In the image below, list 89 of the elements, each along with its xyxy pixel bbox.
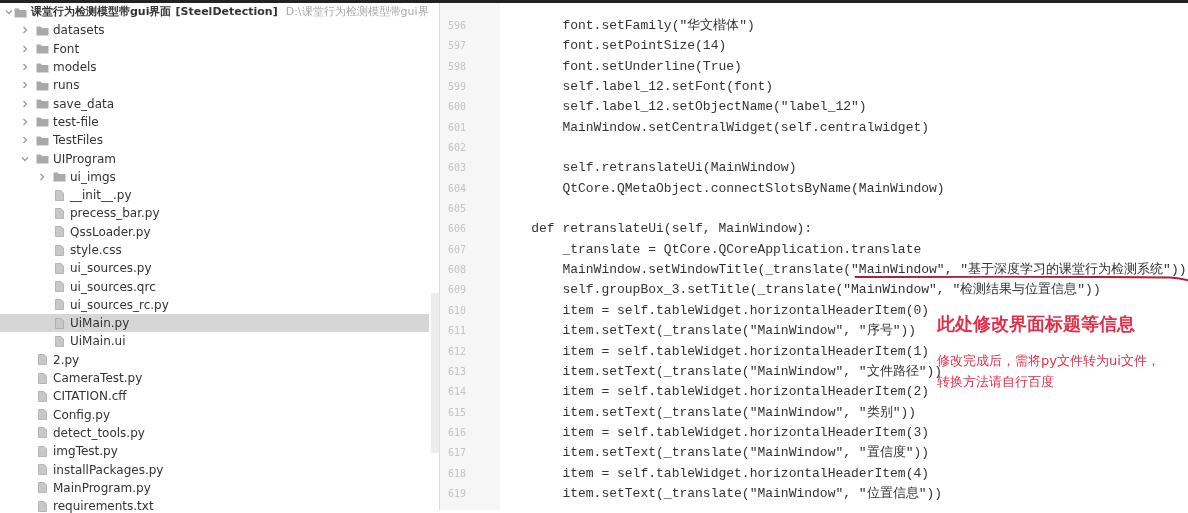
code-line: item = self.tableWidget.horizontalHeaderItem(3) (561, 423, 930, 442)
code-line: self.groupBox_3.setTitle(_translate("MainWindow", "检测结果与位置信息")) (561, 281, 1101, 300)
code-line: MainWindow.setWindowTitle(_translate("MainWindow", "基于深度学习的课堂行为检测系统")) (500, 260, 1187, 281)
folder-icon (36, 24, 49, 36)
folder-icon (36, 79, 49, 91)
chevron-right-icon[interactable] (20, 135, 30, 146)
file-icon (36, 427, 49, 439)
tree-item[interactable]: test-file (0, 112, 429, 132)
file-icon (36, 445, 49, 457)
code-line: item.setText(_translate("MainWindow", "类别")) (561, 403, 917, 422)
file-icon (36, 500, 49, 512)
file-icon (53, 281, 66, 293)
tree-item[interactable]: MainProgram.py (0, 478, 429, 497)
chevron-right-icon[interactable] (20, 98, 30, 109)
file-icon (53, 336, 66, 347)
folder-icon (36, 43, 49, 55)
file-icon (53, 189, 66, 201)
tree-item[interactable]: 2.py (0, 350, 429, 369)
folder-icon (14, 6, 27, 18)
code-line: item.setText(_translate("MainWindow", "位置信息")) (561, 484, 943, 503)
project-name: 课堂行为检测模型带gui界面 (31, 3, 172, 20)
file-icon (53, 207, 66, 219)
tree-item[interactable]: imgTest.py (0, 442, 429, 461)
tree-item[interactable]: save_data (0, 94, 429, 113)
folder-icon (53, 171, 66, 183)
folder-icon (36, 61, 49, 73)
code-line: font.setFamily("华文楷体") (561, 17, 755, 35)
project-path: D:\课堂行为检测模型带gui界 (285, 3, 429, 20)
tree-item[interactable]: TestFiles (0, 131, 429, 150)
tree-item[interactable]: CITATION.cff (0, 387, 429, 406)
code-line: _translate = QtCore.QCoreApplication.translate (561, 240, 922, 259)
code-line: item = self.tableWidget.horizontalHeaderItem(2) (561, 383, 930, 402)
chevron-right-icon[interactable] (20, 62, 30, 73)
folder-icon (36, 153, 49, 164)
code-line: self.label_12.setObjectName("label_12") (561, 98, 867, 117)
tree-item[interactable]: installPackages.py (0, 460, 429, 479)
tree-item[interactable]: requirements.txt (0, 497, 429, 513)
tree-item[interactable]: Font (0, 39, 429, 58)
annotation-heading: 此处修改界面标题等信息 (937, 312, 1135, 336)
tree-item[interactable]: ui_sources.py (0, 259, 429, 278)
code-line: MainWindow.setCentralWidget(self.centralwidget) (561, 118, 930, 137)
tree-item[interactable]: models (0, 57, 429, 77)
chevron-right-icon[interactable] (37, 171, 47, 182)
code-line: item.setText(_translate("MainWindow", "序号")) (561, 322, 917, 341)
code-line: font.setUnderline(True) (561, 57, 742, 76)
file-icon (36, 372, 49, 384)
tree-item[interactable]: CameraTest.py (0, 368, 429, 388)
folder-icon (36, 134, 49, 146)
file-icon (36, 464, 49, 476)
file-icon (36, 409, 49, 421)
code-line: item.setText(_translate("MainWindow", "置信度")) (561, 444, 930, 463)
chevron-right-icon[interactable] (20, 43, 30, 54)
tree-item[interactable]: precess_bar.py (0, 204, 429, 223)
file-icon (53, 299, 66, 311)
tree-item[interactable]: ui_sources.qrc (0, 277, 429, 296)
file-icon (36, 482, 49, 494)
tree-item[interactable]: detect_tools.py (0, 423, 429, 443)
module-name: [SteelDetection] (175, 3, 278, 20)
file-icon (53, 317, 66, 329)
file-icon (53, 226, 66, 238)
tree-item[interactable]: ui_sources_rc.py (0, 295, 429, 315)
chevron-right-icon[interactable] (20, 25, 30, 36)
tree-item[interactable]: datasets (0, 21, 429, 40)
tree-item[interactable]: UiMain.py (0, 314, 429, 333)
tree-item[interactable]: runs (0, 76, 429, 95)
file-icon (53, 244, 66, 256)
file-icon (36, 390, 49, 402)
tree-item[interactable]: Config.py (0, 405, 429, 424)
code-line: self.label_12.setFont(font) (561, 78, 774, 97)
code-line: item = self.tableWidget.horizontalHeaderItem(0) (561, 301, 930, 320)
chevron-right-icon[interactable] (20, 80, 30, 91)
code-line: def retranslateUi(self, MainWindow): (530, 220, 813, 239)
tree-item[interactable]: QssLoader.py (0, 222, 429, 241)
code-line: item = self.tableWidget.horizontalHeaderItem(1) (561, 342, 930, 361)
code-line: self.retranslateUi(MainWindow) (561, 159, 797, 178)
folder-icon (36, 98, 49, 110)
code-line: item = self.tableWidget.horizontalHeaderItem(4) (561, 464, 930, 483)
folder-icon (36, 116, 49, 128)
code-line: QtCore.QMetaObject.connectSlotsByName(MainWindow) (561, 179, 945, 198)
tree-item[interactable]: UiMain.ui (0, 332, 429, 351)
scrollbar[interactable] (431, 293, 439, 453)
tree-item[interactable]: __init__.py (0, 185, 429, 205)
tree-item[interactable]: ui_imgs (0, 167, 429, 186)
chevron-right-icon[interactable] (20, 116, 30, 127)
file-icon (53, 262, 66, 274)
code-line: font.setPointSize(14) (561, 37, 727, 56)
tree-item[interactable]: UIProgram (0, 149, 429, 168)
tree-item[interactable]: style.css (0, 240, 429, 260)
file-icon (36, 354, 49, 366)
